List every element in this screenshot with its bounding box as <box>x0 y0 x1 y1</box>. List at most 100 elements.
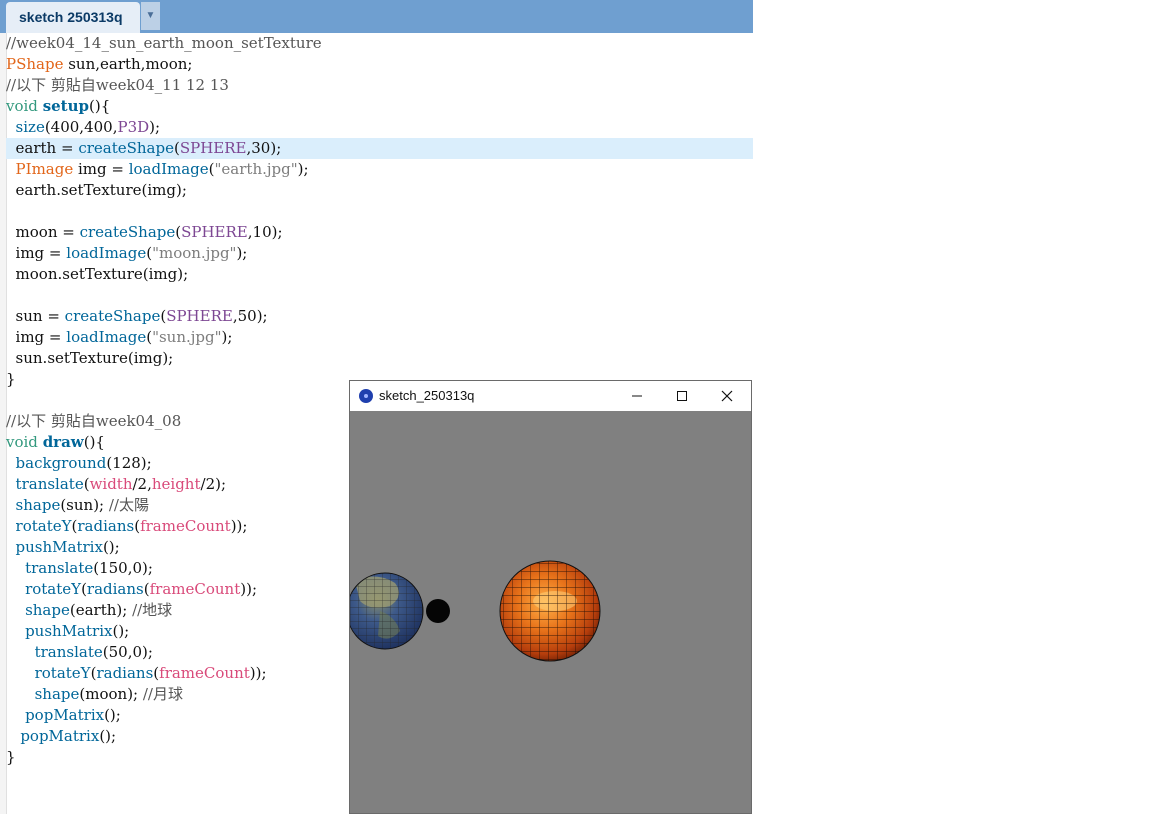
code-token: frameCount <box>149 580 241 598</box>
code-line[interactable]: void setup(){ <box>6 96 753 117</box>
code-token: (); <box>99 727 117 745</box>
code-token: loadImage <box>66 328 147 346</box>
code-token: img = <box>73 160 129 178</box>
code-token: translate <box>15 475 84 493</box>
code-token: )); <box>240 580 257 598</box>
code-token: (150,0); <box>93 559 153 577</box>
code-token: translate <box>34 643 103 661</box>
code-token: img = <box>6 328 67 346</box>
code-token: } <box>6 370 16 388</box>
code-token: ,10); <box>247 223 283 241</box>
code-token: P3D <box>117 118 150 136</box>
sketch-render <box>350 560 601 662</box>
code-token: (); <box>102 538 120 556</box>
code-token: radians <box>77 517 135 535</box>
code-token: radians <box>86 580 144 598</box>
code-token: setup <box>42 97 89 115</box>
code-token: /2); <box>200 475 227 493</box>
code-line[interactable]: PShape sun,earth,moon; <box>6 54 753 75</box>
code-token: //月球 <box>142 685 183 703</box>
code-token: SPHERE <box>179 139 247 157</box>
code-line[interactable]: sun.setTexture(img); <box>6 348 753 369</box>
code-token: sun.setTexture(img); <box>6 349 174 367</box>
code-token: ); <box>297 160 309 178</box>
tab-sketch[interactable]: sketch 250313q <box>6 2 140 33</box>
maximize-button[interactable] <box>660 381 705 411</box>
code-token: createShape <box>78 139 174 157</box>
code-token: shape <box>25 601 70 619</box>
sketch-canvas <box>350 411 751 813</box>
code-token: //以下 剪貼自week04_08 <box>6 412 182 430</box>
sun-sphere <box>499 560 601 662</box>
code-token: width <box>89 475 133 493</box>
code-token: draw <box>42 433 84 451</box>
code-token: ); <box>221 328 233 346</box>
code-token: )); <box>230 517 248 535</box>
code-line[interactable] <box>6 285 753 306</box>
window-titlebar[interactable]: sketch_250313q <box>350 381 751 411</box>
code-token: ,30); <box>246 139 282 157</box>
code-line[interactable]: sun = createShape(SPHERE,50); <box>6 306 753 327</box>
code-token: "sun.jpg" <box>152 328 222 346</box>
code-token: /2, <box>132 475 152 493</box>
code-token: "moon.jpg" <box>152 244 237 262</box>
code-token: (earth); <box>69 601 133 619</box>
code-token: createShape <box>79 223 176 241</box>
code-line[interactable]: img = loadImage("sun.jpg"); <box>6 327 753 348</box>
code-token: ,50); <box>232 307 268 325</box>
code-line[interactable]: moon.setTexture(img); <box>6 264 753 285</box>
code-line[interactable]: moon = createShape(SPHERE,10); <box>6 222 753 243</box>
code-token: (); <box>112 622 130 640</box>
code-token: moon.setTexture(img); <box>6 265 189 283</box>
code-token: (moon); <box>79 685 143 703</box>
code-token: background <box>15 454 107 472</box>
window-title: sketch_250313q <box>379 388 475 403</box>
code-token: height <box>151 475 201 493</box>
maximize-icon <box>677 391 687 401</box>
code-line[interactable]: img = loadImage("moon.jpg"); <box>6 243 753 264</box>
tab-label: sketch 250313q <box>19 9 123 25</box>
code-token: sun = <box>6 307 65 325</box>
code-line[interactable]: earth = createShape(SPHERE,30); <box>6 138 753 159</box>
minimize-button[interactable] <box>615 381 660 411</box>
code-line[interactable]: earth.setTexture(img); <box>6 180 753 201</box>
code-token: "earth.jpg" <box>214 160 298 178</box>
close-button[interactable] <box>705 381 750 411</box>
code-token: loadImage <box>66 244 147 262</box>
code-token: )); <box>249 664 267 682</box>
code-token: popMatrix <box>20 727 100 745</box>
code-token: ); <box>236 244 248 262</box>
tab-menu-arrow-icon[interactable]: ▼ <box>141 2 160 30</box>
code-line[interactable]: //week04_14_sun_earth_moon_setTexture <box>6 33 753 54</box>
code-token: shape <box>34 685 80 703</box>
code-token: frameCount <box>140 517 231 535</box>
code-token: //地球 <box>132 601 173 619</box>
code-line[interactable]: size(400,400,P3D); <box>6 117 753 138</box>
earth-sphere <box>350 572 424 650</box>
code-line[interactable]: //以下 剪貼自week04_11 12 13 <box>6 75 753 96</box>
code-token: //太陽 <box>108 496 149 514</box>
code-token: (128); <box>106 454 152 472</box>
sketch-window: sketch_250313q <box>349 380 752 814</box>
code-token: sun,earth,moon; <box>63 55 193 73</box>
code-token: pushMatrix <box>15 538 103 556</box>
code-line[interactable]: PImage img = loadImage("earth.jpg"); <box>6 159 753 180</box>
code-token: //week04_14_sun_earth_moon_setTexture <box>6 34 322 52</box>
code-token: createShape <box>64 307 161 325</box>
processing-app-icon <box>359 389 373 403</box>
code-token: shape <box>15 496 61 514</box>
code-line[interactable] <box>6 201 753 222</box>
